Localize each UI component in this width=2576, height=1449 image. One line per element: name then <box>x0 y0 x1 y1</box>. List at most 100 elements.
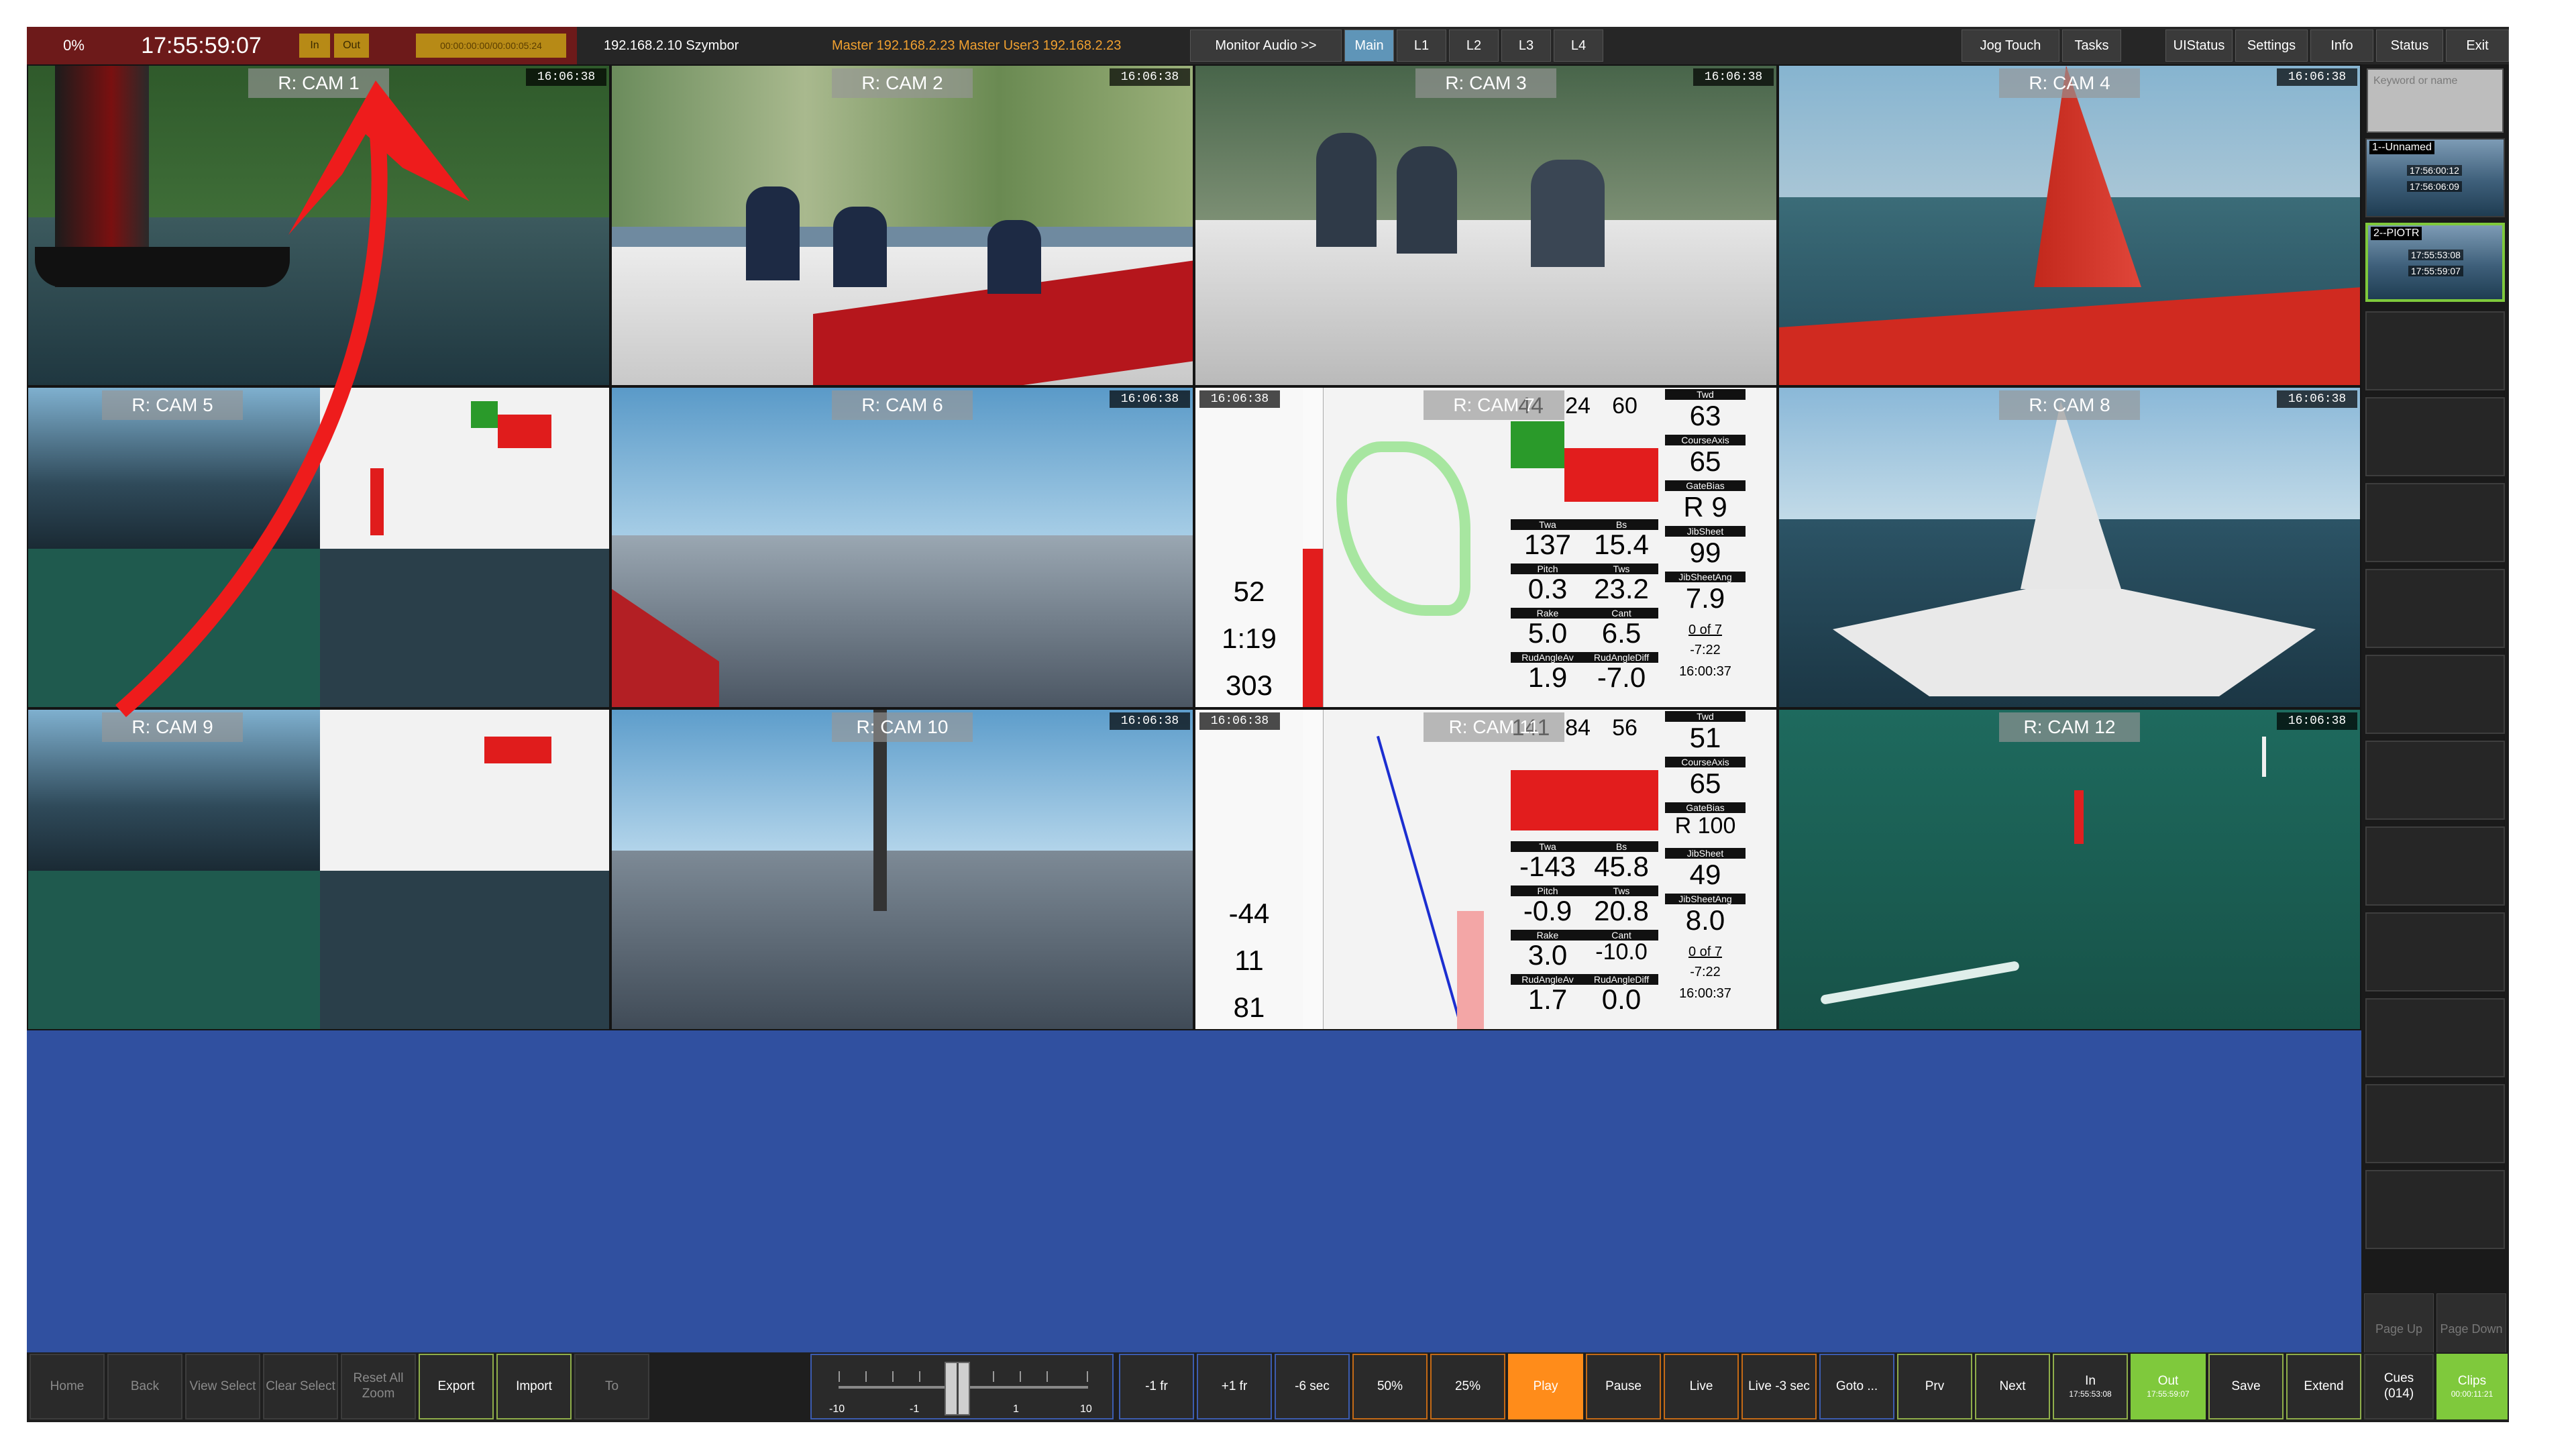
save-button[interactable]: Save <box>2208 1354 2284 1419</box>
reset-all-zoom-button[interactable]: Reset All Zoom <box>341 1354 416 1419</box>
camera-tile-9[interactable]: R: CAM 9 <box>27 708 610 1030</box>
clip-slot-empty[interactable] <box>2365 826 2505 906</box>
mark-in-button[interactable]: In 17:55:53:08 <box>2053 1354 2128 1419</box>
goto-button[interactable]: Goto ... <box>1819 1354 1894 1419</box>
mark-out-timecode: 17:55:59:07 <box>2147 1389 2190 1399</box>
camera-timestamp: 16:06:38 <box>526 68 606 86</box>
extend-button[interactable]: Extend <box>2286 1354 2361 1419</box>
status-button[interactable]: Status <box>2376 30 2443 62</box>
clip-item-1[interactable]: 1--Unnamed 17:56:00:12 17:56:06:09 <box>2365 138 2505 217</box>
jog-touch-button[interactable]: Jog Touch <box>1962 30 2059 62</box>
clip-slot-empty[interactable] <box>2365 912 2505 991</box>
info-button[interactable]: Info <box>2310 30 2373 62</box>
clip-item-2[interactable]: 2--PIOTR 17:55:53:08 17:55:59:07 <box>2365 223 2505 302</box>
mark-in-timecode: 17:55:53:08 <box>2069 1389 2112 1399</box>
cues-button[interactable]: Cues (014) <box>2364 1354 2434 1419</box>
camera-label: R: CAM 11 <box>1424 712 1564 742</box>
master-info: Master 192.168.2.23 Master User3 192.168… <box>832 38 1122 53</box>
camera-tile-4[interactable]: R: CAM 4 16:06:38 <box>1778 64 2361 386</box>
clear-select-button[interactable]: Clear Select <box>263 1354 338 1419</box>
speed-25-button[interactable]: 25% <box>1430 1354 1505 1419</box>
replay-app-window: 0% 17:55:59:07 In Out 00:00:00:00/00:00:… <box>27 27 2509 1422</box>
camera-tile-6[interactable]: R: CAM 6 16:06:38 <box>610 386 1194 708</box>
clip-slot-empty[interactable] <box>2365 998 2505 1077</box>
camera-label: R: CAM 12 <box>1999 712 2140 742</box>
live-minus-3-sec-button[interactable]: Live -3 sec <box>1741 1354 1817 1419</box>
to-button[interactable]: To <box>574 1354 649 1419</box>
clip-slot-empty[interactable] <box>2365 1170 2505 1249</box>
tab-main[interactable]: Main <box>1344 30 1394 62</box>
live-button[interactable]: Live <box>1664 1354 1739 1419</box>
pause-button[interactable]: Pause <box>1586 1354 1661 1419</box>
minus-6-sec-button[interactable]: -6 sec <box>1275 1354 1350 1419</box>
minus-frame-button[interactable]: -1 fr <box>1119 1354 1194 1419</box>
camera-label: R: CAM 6 <box>832 390 973 420</box>
clip-slot-empty[interactable] <box>2365 569 2505 648</box>
camera-tile-10[interactable]: R: CAM 10 16:06:38 <box>610 708 1194 1030</box>
back-button[interactable]: Back <box>107 1354 182 1419</box>
next-button[interactable]: Next <box>1975 1354 2050 1419</box>
camera-tile-11[interactable]: 16:06:38 -44 11 81 141 84 56 Twd 51 Cour… <box>1194 708 1778 1030</box>
progress-percent: 0% <box>63 37 85 54</box>
import-button[interactable]: Import <box>496 1354 572 1419</box>
host-info: 192.168.2.10 Szymbor <box>604 38 739 53</box>
monitor-audio-button[interactable]: Monitor Audio >> <box>1190 30 1342 62</box>
jog-handle[interactable] <box>945 1362 970 1415</box>
camera-timestamp: 16:06:38 <box>1110 712 1190 730</box>
empty-preview-area <box>27 1030 2361 1352</box>
clip-out-time: 17:56:06:09 <box>2407 181 2462 192</box>
jog-shuttle-slider[interactable]: -10 -1 1 10 <box>810 1354 1114 1419</box>
camera-timestamp: 16:06:38 <box>1110 390 1190 408</box>
clips-button[interactable]: Clips 00:00:11:21 <box>2436 1354 2508 1419</box>
home-button[interactable]: Home <box>30 1354 105 1419</box>
search-input[interactable]: Keyword or name <box>2367 68 2504 133</box>
camera-tile-5[interactable]: R: CAM 5 <box>27 386 610 708</box>
camera-tile-2[interactable]: R: CAM 2 16:06:38 <box>610 64 1194 386</box>
play-button[interactable]: Play <box>1508 1354 1583 1419</box>
clips-duration: 00:00:11:21 <box>2451 1389 2493 1399</box>
in-indicator[interactable]: In <box>299 34 330 58</box>
clip-slot-empty[interactable] <box>2365 655 2505 734</box>
telemetry-panel: -44 11 81 141 84 56 Twd 51 CourseAxis 65… <box>1195 710 1776 1029</box>
camera-tile-12[interactable]: R: CAM 12 16:06:38 <box>1778 708 2361 1030</box>
camera-timestamp: 16:06:38 <box>1693 68 1774 86</box>
jog-label: 1 <box>1013 1403 1019 1415</box>
camera-tile-3[interactable]: R: CAM 3 16:06:38 <box>1194 64 1778 386</box>
tab-l2[interactable]: L2 <box>1449 30 1499 62</box>
view-select-button[interactable]: View Select <box>185 1354 260 1419</box>
tab-l1[interactable]: L1 <box>1397 30 1446 62</box>
speed-50-button[interactable]: 50% <box>1352 1354 1428 1419</box>
clip-slot-empty[interactable] <box>2365 397 2505 476</box>
camera-tile-8[interactable]: R: CAM 8 16:06:38 <box>1778 386 2361 708</box>
clip-slot-empty[interactable] <box>2365 483 2505 562</box>
plus-frame-button[interactable]: +1 fr <box>1197 1354 1272 1419</box>
tasks-button[interactable]: Tasks <box>2062 30 2121 62</box>
cues-count: (014) <box>2383 1387 2414 1401</box>
tab-l3[interactable]: L3 <box>1501 30 1551 62</box>
mark-out-button[interactable]: Out 17:55:59:07 <box>2131 1354 2206 1419</box>
camera-timestamp: 16:06:38 <box>1110 68 1190 86</box>
clip-slot-empty[interactable] <box>2365 741 2505 820</box>
ui-status-button[interactable]: UIStatus <box>2165 30 2233 62</box>
telemetry-panel: 52 1:19 303 44 24 60 Twd 63 CourseAxis 6… <box>1195 388 1776 707</box>
tab-l4[interactable]: L4 <box>1554 30 1603 62</box>
clip-slot-empty[interactable] <box>2365 1084 2505 1163</box>
clip-in-time: 17:56:00:12 <box>2407 165 2462 176</box>
mark-out-label: Out <box>2157 1374 2179 1389</box>
exit-button[interactable]: Exit <box>2446 30 2509 62</box>
previous-button[interactable]: Prv <box>1897 1354 1972 1419</box>
settings-button[interactable]: Settings <box>2235 30 2308 62</box>
clip-slot-empty[interactable] <box>2365 311 2505 390</box>
clip-in-time: 17:55:53:08 <box>2408 250 2463 260</box>
camera-tile-1[interactable]: R: CAM 1 16:06:38 <box>27 64 610 386</box>
out-indicator[interactable]: Out <box>334 34 369 58</box>
camera-grid: R: CAM 1 16:06:38 R: CAM 2 16:06:38 R: C… <box>27 64 2361 1030</box>
clip-list-sidebar: Keyword or name 1--Unnamed 17:56:00:12 1… <box>2361 64 2509 1364</box>
clips-label: Clips <box>2457 1374 2487 1389</box>
clip-name: 2--PIOTR <box>2371 227 2422 240</box>
camera-label: R: CAM 8 <box>1999 390 2140 420</box>
top-bar: 0% 17:55:59:07 In Out 00:00:00:00/00:00:… <box>27 27 2509 64</box>
camera-timestamp: 16:06:38 <box>2277 68 2357 86</box>
camera-tile-7[interactable]: 16:06:38 52 1:19 303 44 24 60 Twd 63 Cou… <box>1194 386 1778 708</box>
export-button[interactable]: Export <box>419 1354 494 1419</box>
